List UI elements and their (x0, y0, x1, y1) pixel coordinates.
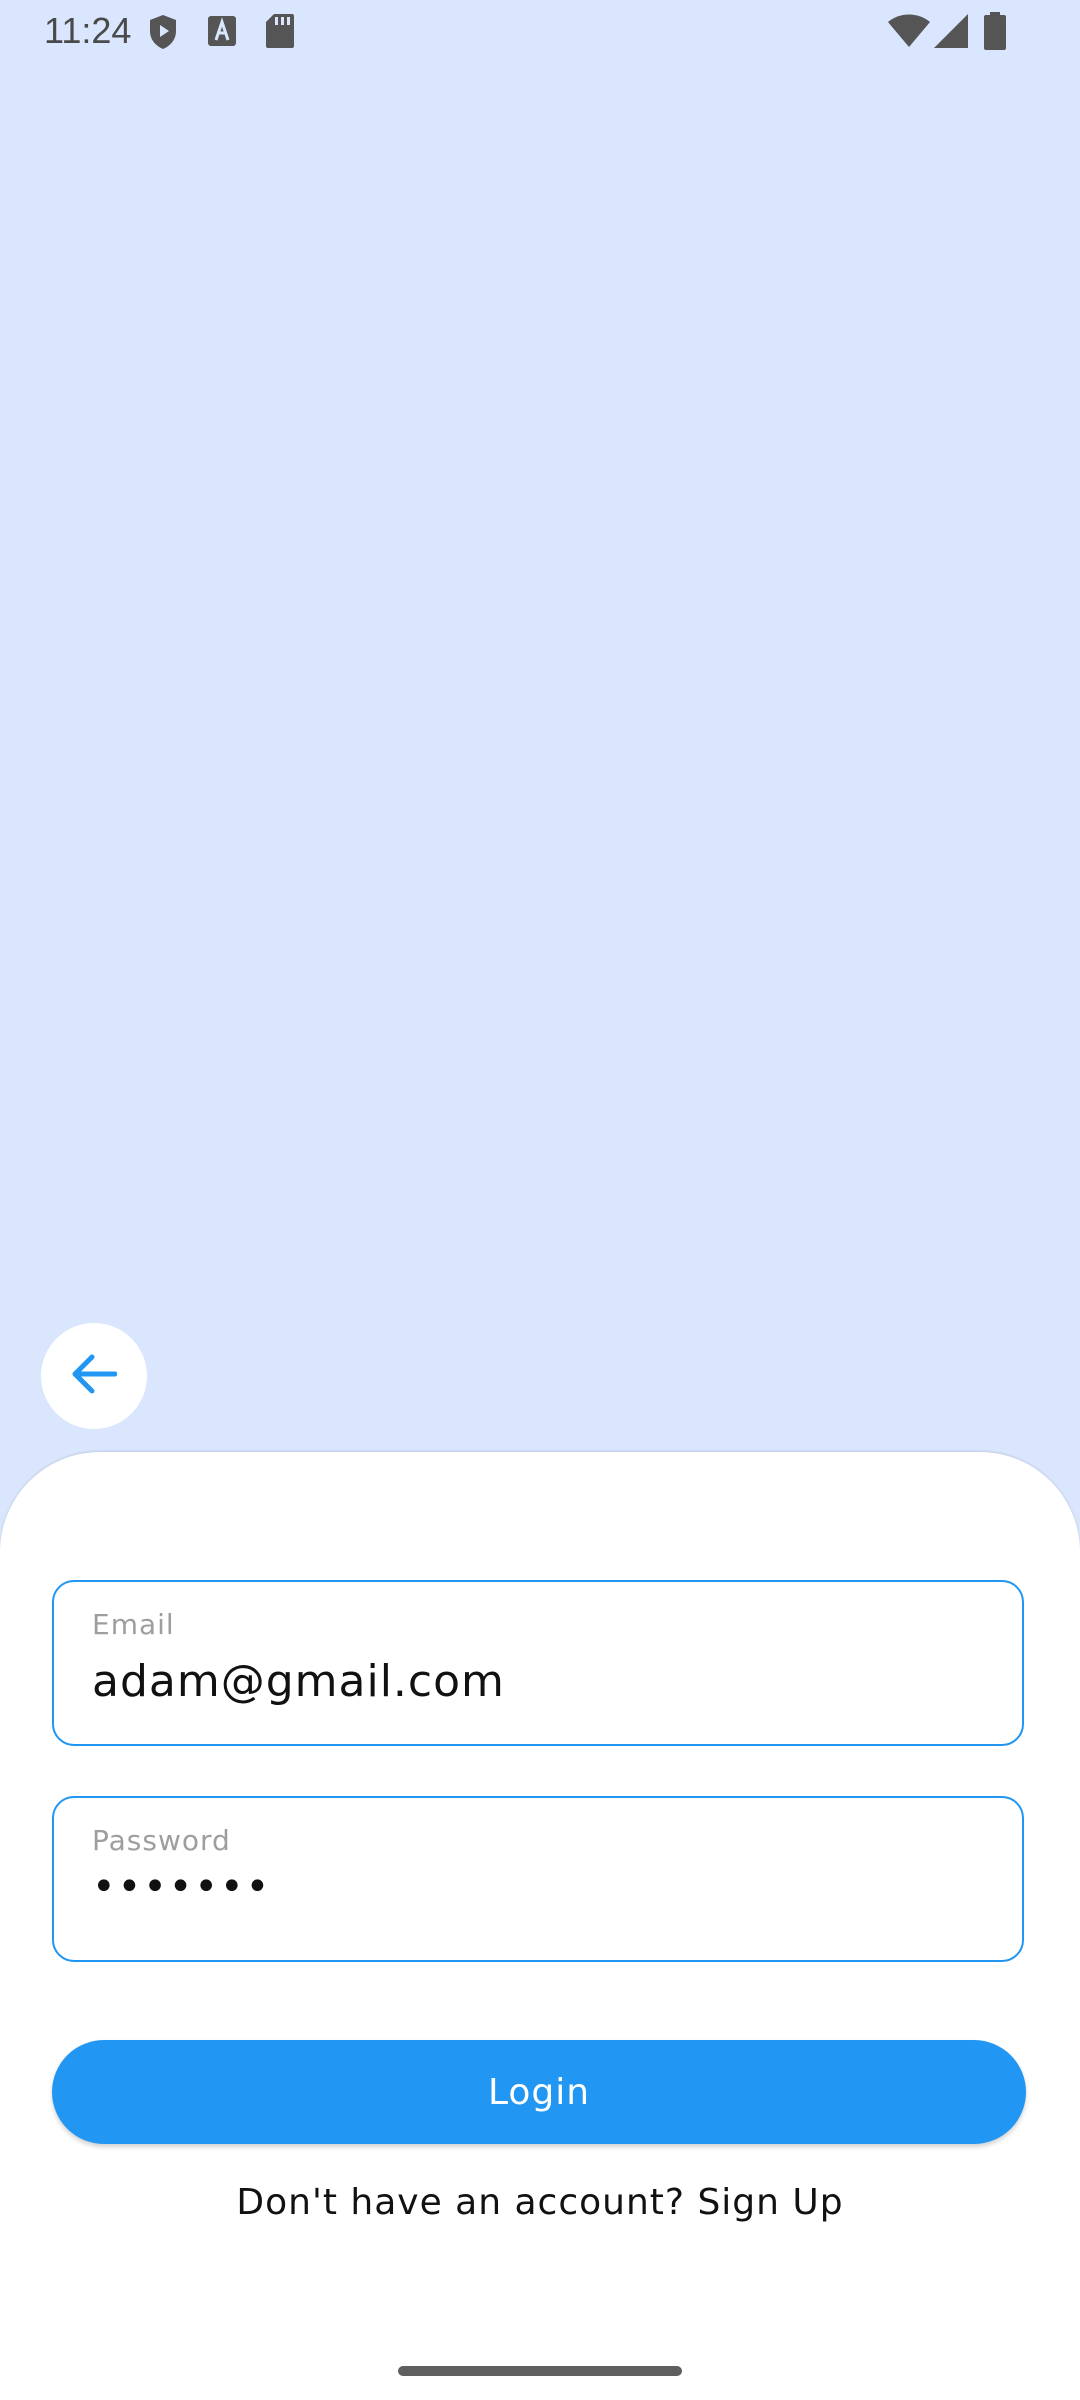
password-field[interactable]: Password ••••••• (52, 1796, 1024, 1962)
email-field[interactable]: Email adam@gmail.com (52, 1580, 1024, 1746)
signup-link[interactable]: Don't have an account? Sign Up (0, 2182, 1080, 2223)
password-value: ••••••• (92, 1864, 272, 1910)
wifi-icon (888, 14, 930, 48)
font-a-icon (208, 16, 236, 46)
login-button[interactable]: Login (52, 2040, 1026, 2144)
home-indicator[interactable] (398, 2366, 682, 2376)
battery-icon (984, 12, 1006, 50)
shield-icon (148, 14, 178, 50)
arrow-left-icon (71, 1354, 118, 1398)
signal-icon (934, 14, 968, 48)
email-label: Email (92, 1608, 175, 1641)
password-label: Password (92, 1824, 231, 1857)
status-bar: 11:24 (0, 0, 1080, 62)
sd-card-icon (266, 14, 294, 48)
back-button[interactable] (41, 1323, 147, 1429)
email-value: adam@gmail.com (92, 1656, 505, 1707)
status-time: 11:24 (44, 10, 132, 51)
login-sheet: Email adam@gmail.com Password ••••••• Lo… (0, 1452, 1080, 2400)
